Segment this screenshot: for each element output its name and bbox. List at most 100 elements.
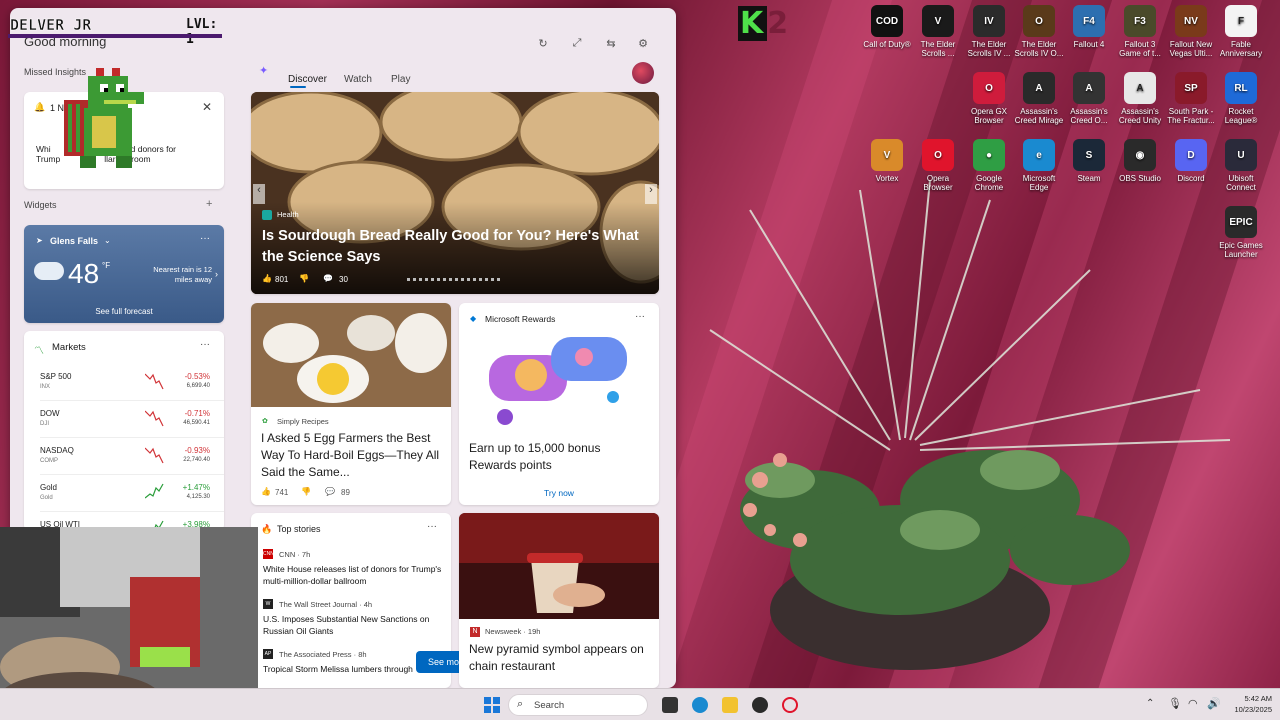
desktop-icon[interactable]: RL Rocket League® <box>1216 72 1266 125</box>
avatar[interactable] <box>632 62 654 84</box>
weather-card[interactable]: ➤ Glens Falls ⌄ ··· 48 °F Nearest rain i… <box>24 225 224 323</box>
clock[interactable]: 5:42 AM 10/23/2025 <box>1222 693 1272 715</box>
tab-watch[interactable]: Watch <box>344 74 372 85</box>
newsweek-title[interactable]: New pyramid symbol appears on chain rest… <box>469 641 654 675</box>
desktop-icon[interactable]: F Fable Anniversary <box>1216 5 1266 58</box>
microphone-icon[interactable]: 🎙 <box>1168 697 1182 710</box>
chevron-up-icon[interactable]: ⌃ <box>1146 698 1154 709</box>
file-explorer-icon[interactable] <box>722 697 738 713</box>
expand-icon[interactable]: ⤢ <box>570 37 584 51</box>
desktop-icon[interactable]: SP South Park - The Fractur... <box>1166 72 1216 125</box>
dislike-icon[interactable]: 👎 <box>301 487 311 496</box>
story-source: CNN · 7h <box>279 550 311 559</box>
app-icon: D <box>1175 139 1207 171</box>
like-icon[interactable]: 👍 <box>262 274 272 283</box>
close-icon[interactable]: ✕ <box>202 100 212 114</box>
desktop-icon[interactable]: O Opera GX Browser <box>964 72 1014 125</box>
market-row[interactable]: S&P 500 INX -0.53% 6,699.40 <box>40 367 224 401</box>
taskbar-search-input[interactable]: ⌕ Search <box>508 694 648 716</box>
market-row[interactable]: NASDAQ COMP -0.93% 22,740.40 <box>40 441 224 475</box>
hero-title[interactable]: Is Sourdough Bread Really Good for You? … <box>262 226 642 268</box>
dislike-icon[interactable]: 👎 <box>299 274 309 283</box>
hero-card[interactable]: ‹ › Health Is Sourdough Bread Really Goo… <box>251 92 659 294</box>
tab-discover[interactable]: Discover <box>288 74 327 85</box>
comment-icon[interactable]: 💬 <box>323 274 333 283</box>
desktop-icon[interactable]: S Steam <box>1064 139 1114 183</box>
desktop-icon-label: Discord <box>1177 174 1205 183</box>
windows-start-icon[interactable] <box>484 697 500 713</box>
desktop-icon[interactable]: V Vortex <box>862 139 912 183</box>
volume-icon[interactable]: 🔊 <box>1207 697 1221 710</box>
game-overlay-header: DELVER JR LVL: 1 <box>0 14 226 47</box>
desktop-icon[interactable]: NV Fallout New Vegas Ulti... <box>1166 5 1216 58</box>
search-placeholder: Search <box>534 700 565 711</box>
desktop-icon[interactable]: ◉ OBS Studio <box>1115 139 1165 183</box>
refresh-icon[interactable]: ↻ <box>536 37 550 51</box>
desktop-icon-label: Fallout 3 Game of t... <box>1119 40 1161 58</box>
task-view-icon[interactable] <box>662 697 678 713</box>
market-change: -0.71% <box>184 409 210 418</box>
more-options-icon[interactable]: ··· <box>427 521 437 532</box>
see-forecast-link[interactable]: See full forecast <box>24 307 224 316</box>
chevron-down-icon[interactable]: ⌄ <box>104 236 111 245</box>
desktop-icon[interactable]: COD Call of Duty® <box>862 5 912 49</box>
desktop-icon[interactable]: A Assassin's Creed O... <box>1064 72 1114 125</box>
opera-icon[interactable] <box>782 697 798 713</box>
comment-icon[interactable]: 💬 <box>325 487 335 496</box>
desktop-icon[interactable]: V The Elder Scrolls ... <box>913 5 963 58</box>
more-options-icon[interactable]: ··· <box>200 233 210 244</box>
desktop-icon[interactable]: A Assassin's Creed Mirage <box>1014 72 1064 125</box>
story-item[interactable]: CNN CNN · 7h White House releases list of … <box>263 549 443 595</box>
desktop-icon[interactable]: O The Elder Scrolls IV O... <box>1014 5 1064 58</box>
market-value: 46,590.41 <box>183 420 210 426</box>
desktop-icon[interactable]: IV The Elder Scrolls IV ... <box>964 5 1014 58</box>
egg-comments: 89 <box>341 488 350 497</box>
rewards-card[interactable]: ◆ Microsoft Rewards ··· Earn up to 15,00… <box>459 303 659 505</box>
edge-icon[interactable] <box>692 697 708 713</box>
search-icon: ⌕ <box>517 698 524 710</box>
desktop-icon[interactable]: EPIC Epic Games Launcher <box>1216 206 1266 259</box>
tab-play[interactable]: Play <box>391 74 410 85</box>
like-icon[interactable]: 👍 <box>261 487 271 496</box>
chevron-left-icon[interactable]: ‹ <box>253 184 265 204</box>
settings-gear-icon[interactable]: ⚙ <box>636 37 650 51</box>
app-icon: F <box>1225 5 1257 37</box>
desktop-icon[interactable]: ● Google Chrome <box>964 139 1014 192</box>
carousel-dots[interactable] <box>407 278 503 281</box>
market-name: NASDAQ <box>40 446 74 455</box>
desktop-icon-label: Call of Duty® <box>863 40 911 49</box>
chevron-right-icon[interactable]: › <box>215 269 218 279</box>
story-item[interactable]: W The Wall Street Journal · 4h U.S. Impose… <box>263 599 443 645</box>
more-options-icon[interactable]: ··· <box>635 311 645 322</box>
wifi-icon[interactable]: ◠ <box>1188 697 1198 710</box>
desktop-icon[interactable]: F4 Fallout 4 <box>1064 5 1114 49</box>
chevron-right-icon[interactable]: › <box>645 184 657 204</box>
desktop-icon[interactable]: D Discord <box>1166 139 1216 183</box>
share-icon[interactable]: ⇆ <box>604 37 618 51</box>
app-icon: e <box>1023 139 1055 171</box>
location-pin-icon: ➤ <box>36 236 43 245</box>
sparkline <box>145 447 164 464</box>
copilot-icon[interactable]: ✦ <box>259 64 268 77</box>
eggs-image <box>251 303 451 407</box>
desktop-icon[interactable]: F3 Fallout 3 Game of t... <box>1115 5 1165 58</box>
desktop-icon[interactable]: A Assassin's Creed Unity <box>1115 72 1165 125</box>
recipe-logo: ✿ <box>262 418 268 425</box>
app-icon: COD <box>871 5 903 37</box>
desktop-icon[interactable]: e Microsoft Edge <box>1014 139 1064 192</box>
market-value: 6,699.40 <box>186 383 210 389</box>
market-row[interactable]: Gold Gold +1.47% 4,125.30 <box>40 478 224 512</box>
egg-article-card[interactable]: ✿ Simply Recipes I Asked 5 Egg Farmers t… <box>251 303 451 505</box>
try-now-link[interactable]: Try now <box>459 488 659 498</box>
player-name: DELVER JR <box>10 16 92 35</box>
more-options-icon[interactable]: ··· <box>200 339 210 350</box>
newsweek-card[interactable]: N Newsweek · 19h New pyramid symbol appe… <box>459 513 659 688</box>
add-widget-icon[interactable]: + <box>206 198 212 210</box>
desktop-icon[interactable]: U Ubisoft Connect <box>1216 139 1266 192</box>
desktop-icon[interactable]: O Opera Browser <box>913 139 963 192</box>
markets-card[interactable]: 〽 Markets ··· S&P 500 INX -0.53% 6,699.40 DO… <box>24 331 224 531</box>
market-row[interactable]: DOW DJI -0.71% 46,590.41 <box>40 404 224 438</box>
active-tab-indicator <box>290 86 306 88</box>
egg-title[interactable]: I Asked 5 Egg Farmers the Best Way To Ha… <box>261 430 446 481</box>
obs-icon[interactable] <box>752 697 768 713</box>
